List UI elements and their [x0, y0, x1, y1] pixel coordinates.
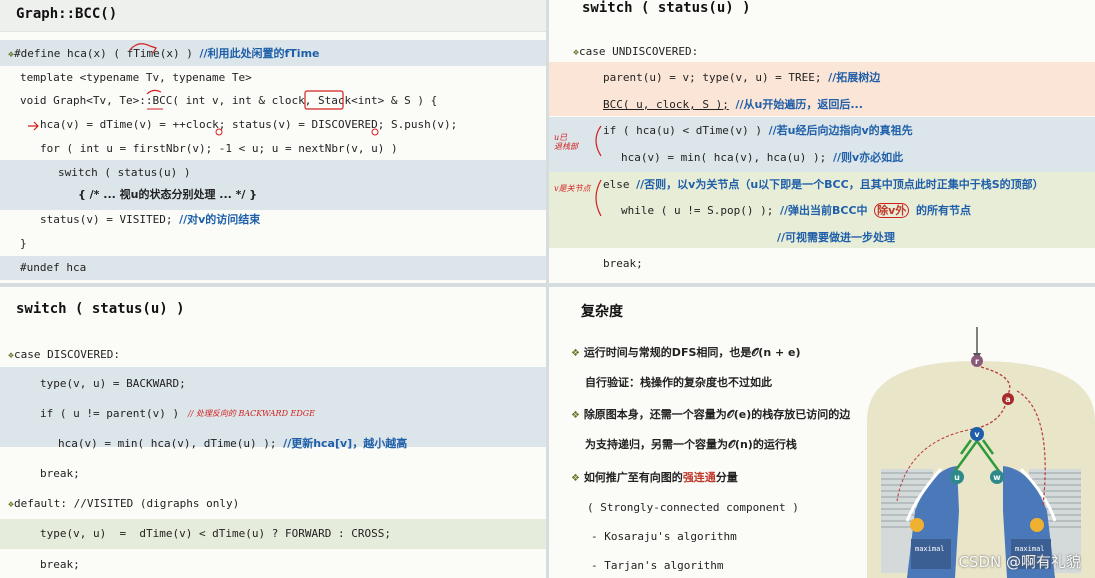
- bullet-text: 分量: [715, 471, 738, 484]
- slide-discovered-case: switch ( status(u) ) ❖case DISCOVERED: t…: [0, 287, 546, 578]
- bcc-diagram: maximal maximal r a v u w: [867, 327, 1095, 578]
- bullet-sub: - Tarjan's algorithm: [591, 559, 724, 572]
- code-line-break: break;: [40, 467, 80, 480]
- bullet-text: 如何推广至有向图的: [583, 471, 683, 484]
- code-text: default: //VISITED (digraphs only): [14, 497, 240, 510]
- code-line-default: ❖default: //VISITED (digraphs only): [8, 497, 239, 512]
- bullet-icon: ❖: [571, 348, 580, 359]
- bullet-icon: ❖: [571, 410, 580, 421]
- code-line-if: if ( u != parent(v) ): [40, 407, 180, 420]
- bullet-text: 除原图本身，还需一个容量为𝒪(e)的栈存放已访问的边: [583, 408, 851, 421]
- watermark: CSDN @啊有礼貌: [958, 553, 1081, 571]
- node-label: v: [974, 430, 980, 439]
- maximal-label: maximal: [915, 545, 945, 553]
- leaf-node: [910, 518, 924, 532]
- slide-bcc-code: Graph::BCC() ❖#define hca(x) ( fTime(x) …: [0, 0, 546, 283]
- handwritten-annotations: [28, 43, 379, 136]
- code-line-type: type(v, u) = BACKWARD;: [40, 377, 186, 390]
- bullet-sub: 为支持递归，另需一个容量为𝒪(n)的运行栈: [585, 438, 797, 451]
- slide-complexity: 复杂度 ❖ 运行时间与常规的DFS相同，也是𝒪(n + e) 自行验证：栈操作的…: [549, 287, 1095, 578]
- code-line-min: hca(v) = min( hca(v), dTime(u) ); //更新hc…: [58, 437, 407, 451]
- bullet-sub: 自行验证：栈操作的复杂度也不过如此: [585, 376, 772, 389]
- slide-title: switch ( status(u) ): [16, 301, 185, 317]
- node-label: r: [975, 357, 979, 366]
- code-line-break: break;: [40, 558, 80, 571]
- code-text: case DISCOVERED:: [14, 348, 120, 361]
- bullet-scc: ❖ 如何推广至有向图的强连通分量: [571, 471, 738, 486]
- bullet-sub: - Kosaraju's algorithm: [591, 530, 737, 543]
- bullet-emphasis: 强连通: [682, 471, 716, 484]
- code-text: hca(v) = min( hca(v), dTime(u) );: [58, 437, 277, 450]
- slide-undiscovered-case: switch ( status(u) ) ❖case UNDISCOVERED:…: [549, 0, 1095, 283]
- code-line-type-visited: type(v, u) = dTime(v) < dTime(u) ? FORWA…: [40, 527, 391, 540]
- bullet-icon: ❖: [571, 473, 580, 484]
- node-label: w: [993, 473, 1001, 482]
- bullet-space: ❖ 除原图本身，还需一个容量为𝒪(e)的栈存放已访问的边: [571, 408, 850, 423]
- handwritten-note: // 处理反向的 BACKWARD EDGE: [188, 409, 316, 418]
- node-label: u: [954, 473, 960, 482]
- comment: //更新hca[v]，越小越高: [283, 437, 408, 450]
- bullet-sub: ( Strongly-connected component ): [587, 501, 799, 514]
- leaf-node: [1030, 518, 1044, 532]
- handwritten-brackets: [595, 125, 602, 217]
- bullet-text: 运行时间与常规的DFS相同，也是𝒪(n + e): [583, 346, 801, 359]
- bullet-runtime: ❖ 运行时间与常规的DFS相同，也是𝒪(n + e): [571, 346, 801, 361]
- case-label: ❖case DISCOVERED:: [8, 348, 120, 363]
- node-label: a: [1005, 395, 1010, 404]
